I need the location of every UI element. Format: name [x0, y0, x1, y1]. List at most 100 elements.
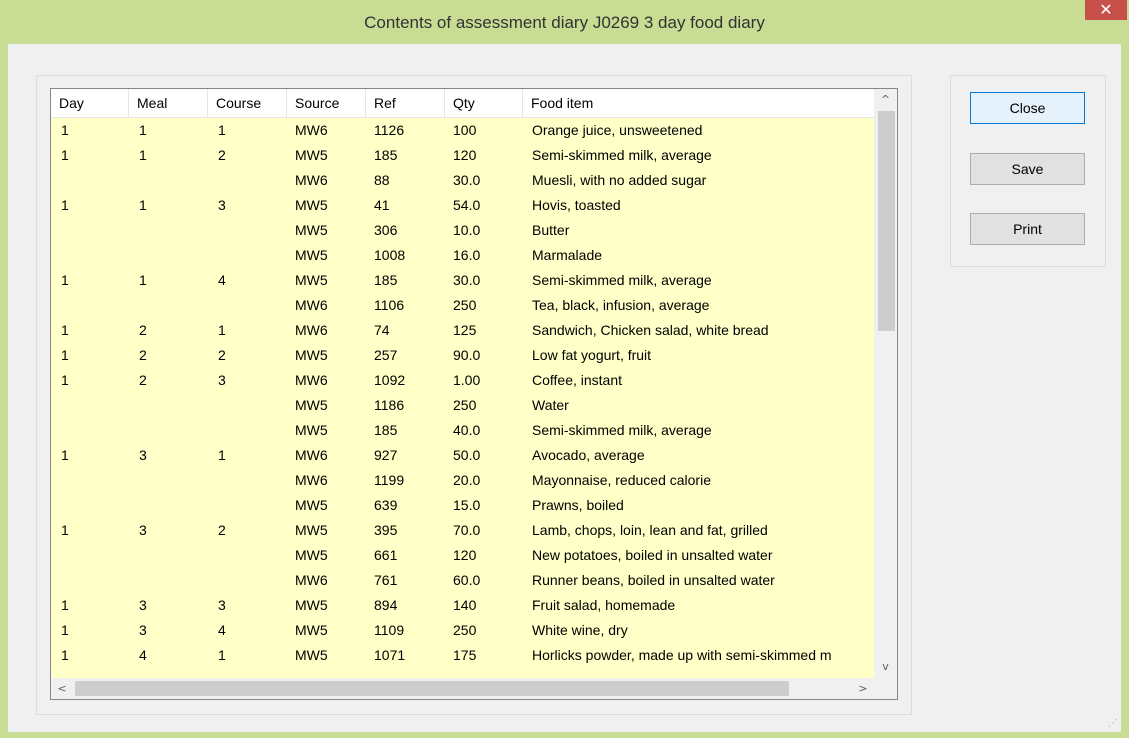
day-cell: 1 [61, 347, 69, 363]
column-header-day[interactable]: Day [51, 89, 129, 118]
meal-cell: 3 [139, 447, 147, 463]
column-header-food-item[interactable]: Food item [523, 89, 874, 118]
qty-cell: 250 [453, 297, 477, 313]
food-item-cell: Sandwich, Chicken salad, white bread [532, 322, 769, 338]
table-row[interactable]: MW5 1186 250 Water [51, 393, 874, 418]
table-row[interactable]: MW5 306 10.0 Butter [51, 218, 874, 243]
day-cell [51, 168, 129, 193]
close-button[interactable]: Close [970, 92, 1085, 124]
day-cell [51, 493, 129, 518]
course-cell: 4 [218, 622, 226, 638]
column-header-qty[interactable]: Qty [445, 89, 523, 118]
day-cell [51, 543, 129, 568]
scroll-right-icon[interactable]: > [852, 678, 874, 699]
qty-cell: 120 [453, 547, 477, 563]
horizontal-scrollbar[interactable]: < > [51, 678, 874, 699]
source-cell: MW5 [295, 647, 328, 663]
qty-cell: 30.0 [453, 272, 481, 288]
table-row[interactable]: MW6 761 60.0 Runner beans, boiled in unsalt… [51, 568, 874, 593]
qty-cell: 250 [453, 622, 477, 638]
day-cell: 1 [61, 447, 69, 463]
save-button[interactable]: Save [970, 153, 1085, 185]
course-cell [208, 168, 287, 193]
table-row[interactable]: 1 3 1 MW6 927 50.0 Avocado, average [51, 443, 874, 468]
resize-grip-icon[interactable]: ⋰ [1108, 719, 1118, 729]
food-item-cell: Semi-skimmed milk, average [532, 272, 712, 288]
table-row[interactable]: 1 1 3 MW5 41 54.0 Hovis, toasted [51, 193, 874, 218]
course-cell [208, 543, 287, 568]
qty-cell: 20.0 [453, 472, 481, 488]
qty-cell: 30.0 [453, 172, 481, 188]
day-cell: 1 [61, 272, 69, 288]
food-item-cell: Butter [532, 222, 570, 238]
food-items-list[interactable]: Day Meal Course Source Ref Qty Food item… [50, 88, 898, 700]
column-header-meal[interactable]: Meal [129, 89, 208, 118]
column-header-ref[interactable]: Ref [366, 89, 445, 118]
column-header-source[interactable]: Source [287, 89, 366, 118]
source-cell: MW5 [295, 597, 328, 613]
meal-cell: 3 [139, 522, 147, 538]
course-cell: 2 [218, 347, 226, 363]
course-cell: 1 [218, 447, 226, 463]
ref-cell: 1071 [374, 647, 406, 663]
meal-cell [129, 168, 208, 193]
table-row[interactable]: MW5 1008 16.0 Marmalade [51, 243, 874, 268]
course-cell: 3 [218, 372, 226, 388]
table-row[interactable]: MW5 185 40.0 Semi-skimmed milk, average [51, 418, 874, 443]
day-cell: 1 [61, 372, 69, 388]
ref-cell: 661 [374, 547, 398, 563]
course-cell [208, 568, 287, 593]
table-row[interactable]: MW6 88 30.0 Muesli, with no added sugar [51, 168, 874, 193]
vertical-scroll-thumb[interactable] [878, 111, 895, 331]
source-cell: MW5 [295, 422, 328, 438]
table-row[interactable]: MW5 639 15.0 Prawns, boiled [51, 493, 874, 518]
table-row[interactable]: MW6 1199 20.0 Mayonnaise, reduced calorie [51, 468, 874, 493]
table-row[interactable]: 1 3 2 MW5 395 70.0 Lamb, chops, loin, lean and… [51, 518, 874, 543]
list-rows: 1 1 1 MW6 1126 100 Orange juice, unsweetened 1 1… [51, 118, 874, 678]
table-row[interactable]: 1 4 1 MW5 1071 175 Horlicks powder, made up wi… [51, 643, 874, 668]
table-row[interactable]: 1 1 1 MW6 1126 100 Orange juice, unsweetened [51, 118, 874, 143]
scroll-left-icon[interactable]: < [51, 678, 73, 699]
table-row[interactable]: 1 1 2 MW5 185 120 Semi-skimmed milk, average [51, 143, 874, 168]
source-cell: MW5 [295, 197, 328, 213]
course-cell [208, 393, 287, 418]
window-close-icon[interactable]: ✕ [1085, 0, 1127, 20]
qty-cell: 15.0 [453, 497, 481, 513]
meal-cell [129, 418, 208, 443]
source-cell: MW6 [295, 172, 328, 188]
table-row[interactable]: 1 3 4 MW5 1109 250 White wine, dry [51, 618, 874, 643]
table-row[interactable]: MW5 661 120 New potatoes, boiled in unsalte… [51, 543, 874, 568]
meal-cell: 1 [139, 122, 147, 138]
source-cell: MW5 [295, 497, 328, 513]
food-item-cell: Mayonnaise, reduced calorie [532, 472, 711, 488]
food-item-cell: New potatoes, boiled in unsalted water [532, 547, 773, 563]
table-row[interactable]: 1 1 4 MW5 185 30.0 Semi-skimmed milk, average [51, 268, 874, 293]
course-cell [208, 218, 287, 243]
ref-cell: 894 [374, 597, 398, 613]
food-item-cell: Hovis, toasted [532, 197, 621, 213]
meal-cell [129, 218, 208, 243]
table-row[interactable]: MW6 1106 250 Tea, black, infusion, average [51, 293, 874, 318]
scrollbar-corner [874, 678, 897, 699]
table-row[interactable]: 1 2 2 MW5 257 90.0 Low fat yogurt, fruit [51, 343, 874, 368]
table-row[interactable]: 1 3 3 MW5 894 140 Fruit salad, homemade [51, 593, 874, 618]
day-cell: 1 [61, 322, 69, 338]
ref-cell: 1106 [374, 297, 405, 313]
course-cell: 2 [218, 522, 226, 538]
meal-cell [129, 293, 208, 318]
food-item-cell: Prawns, boiled [532, 497, 624, 513]
vertical-scrollbar[interactable]: ^ v [874, 89, 897, 678]
day-cell: 1 [61, 197, 69, 213]
scroll-up-icon[interactable]: ^ [874, 89, 897, 111]
column-header-course[interactable]: Course [208, 89, 287, 118]
source-cell: MW6 [295, 122, 328, 138]
course-cell: 1 [218, 122, 226, 138]
title-bar[interactable]: Contents of assessment diary J0269 3 day… [0, 0, 1129, 44]
scroll-down-icon[interactable]: v [874, 656, 897, 678]
qty-cell: 50.0 [453, 447, 481, 463]
table-row[interactable]: 1 2 3 MW6 1092 1.00 Coffee, instant [51, 368, 874, 393]
table-row[interactable]: 1 2 1 MW6 74 125 Sandwich, Chicken salad, whit… [51, 318, 874, 343]
source-cell: MW6 [295, 297, 328, 313]
horizontal-scroll-thumb[interactable] [75, 681, 789, 696]
print-button[interactable]: Print [970, 213, 1085, 245]
